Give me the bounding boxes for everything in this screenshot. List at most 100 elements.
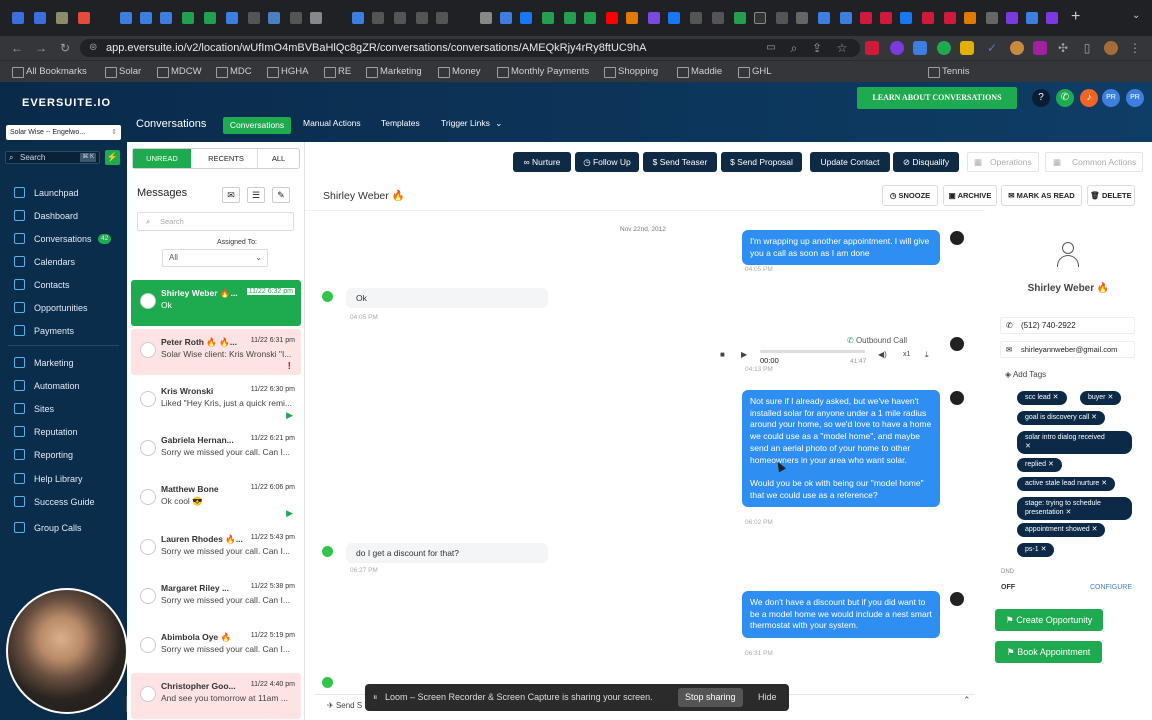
remove-tag-icon[interactable]: ✕ <box>1053 394 1059 401</box>
back-icon[interactable]: ← <box>10 41 24 55</box>
update-contact-button[interactable]: Update Contact <box>810 152 890 172</box>
tab-favicon-icon[interactable] <box>78 12 90 24</box>
cast-icon[interactable]: ▭ <box>764 41 778 55</box>
tab-favicon-icon[interactable] <box>268 12 280 24</box>
hide-button[interactable]: Hide <box>758 684 777 711</box>
tag-chip[interactable]: solar intro dialog received ✕ <box>1017 431 1132 454</box>
extension-icon[interactable] <box>960 41 974 55</box>
extension-icon[interactable]: ✓ <box>985 41 999 55</box>
sidebar-item-payments[interactable]: Payments <box>0 322 127 340</box>
url-field[interactable]: ⊜ app.eversuite.io/v2/location/wUfImO4mB… <box>80 39 860 57</box>
conversation-item[interactable]: Lauren Rhodes 🔥... Sorry we missed your … <box>131 526 301 572</box>
disqualify-button[interactable]: ⊘ Disqualify <box>893 152 959 172</box>
send-tab[interactable]: ✈ Send S <box>327 701 362 710</box>
tab-favicon-icon[interactable] <box>416 12 428 24</box>
playback-speed[interactable]: x1 <box>903 351 910 358</box>
operations-dropdown[interactable]: ▦ Operations <box>967 152 1039 172</box>
conversation-search-input[interactable]: ⌕ Search <box>137 212 294 231</box>
conversation-item[interactable]: Abimbola Oye 🔥 Sorry we missed your call… <box>131 624 301 670</box>
sidebar-item-reporting[interactable]: Reporting <box>0 446 127 464</box>
remove-tag-icon[interactable]: ✕ <box>1107 394 1113 401</box>
extension-icon[interactable] <box>1033 41 1047 55</box>
tab-favicon-icon[interactable] <box>520 12 532 24</box>
remove-tag-icon[interactable]: ✕ <box>1048 461 1054 468</box>
bookmark-monthly-payments[interactable]: Monthly Payments <box>497 61 589 83</box>
lightning-icon[interactable]: ⚡ <box>105 150 120 165</box>
conversation-item[interactable]: Kris Wronski Liked "Hey Kris, just a qui… <box>131 378 301 424</box>
send-proposal-button[interactable]: $ Send Proposal <box>721 152 802 172</box>
remove-tag-icon[interactable]: ✕ <box>1041 546 1047 553</box>
follow-up-button[interactable]: ◷ Follow Up <box>575 152 639 172</box>
tab-favicon-icon[interactable] <box>394 12 406 24</box>
extension-icon[interactable] <box>913 41 927 55</box>
tag-chip[interactable]: stage: trying to schedule presentation ✕ <box>1017 497 1132 520</box>
filter-list-icon[interactable]: ☰ <box>247 187 265 203</box>
bookmark-marketing[interactable]: Marketing <box>366 61 422 83</box>
bookmark-mdcw[interactable]: MDCW <box>157 61 202 83</box>
tag-chip[interactable]: buyer ✕ <box>1080 391 1122 405</box>
tab-favicon-icon[interactable] <box>986 12 998 24</box>
extension-icon[interactable] <box>1010 41 1024 55</box>
tab-favicon-icon[interactable] <box>776 12 788 24</box>
tab-favicon-icon[interactable] <box>500 12 512 24</box>
tab-favicon-icon[interactable] <box>964 12 976 24</box>
tab-favicon-icon[interactable] <box>542 12 554 24</box>
bookmark-star-icon[interactable]: ☆ <box>835 41 849 55</box>
assigned-to-select[interactable]: All ⌄ <box>162 249 268 267</box>
bookmark-hgha[interactable]: HGHA <box>267 61 308 83</box>
tab-favicon-icon[interactable] <box>606 12 618 24</box>
sidebar-item-conversations[interactable]: Conversations 42 <box>0 230 127 248</box>
tab-favicon-icon[interactable] <box>648 12 660 24</box>
location-selector[interactable]: Solar Wise -- Engelwo... ⇕ <box>6 125 121 140</box>
tab-search-chevron-icon[interactable]: ⌄ <box>1132 10 1140 21</box>
tab-favicon-icon[interactable] <box>860 12 872 24</box>
profile-avatar-icon[interactable] <box>1104 41 1118 55</box>
chevron-up-icon[interactable]: ⌃ <box>963 695 971 706</box>
tab-favicon-icon[interactable] <box>12 12 24 24</box>
tab-favicon-icon[interactable] <box>754 12 766 24</box>
tag-chip[interactable]: scc lead ✕ <box>1017 391 1067 405</box>
extension-icon[interactable] <box>890 41 904 55</box>
sidebar-item-contacts[interactable]: Contacts <box>0 276 127 294</box>
conversation-item[interactable]: Matthew Bone Ok cool 😎 11/22 6:06 pm ▶ <box>131 476 301 522</box>
bookmark-money[interactable]: Money <box>438 61 481 83</box>
audio-progress-bar[interactable] <box>760 350 865 353</box>
tab-favicon-icon[interactable] <box>140 12 152 24</box>
tab-favicon-icon[interactable] <box>310 12 322 24</box>
tab-favicon-icon[interactable] <box>796 12 808 24</box>
dnd-status[interactable]: OFF <box>1001 584 1015 591</box>
conversation-item[interactable]: Gabriela Hernan... Sorry we missed your … <box>131 427 301 473</box>
tab-favicon-icon[interactable] <box>56 12 68 24</box>
email-field[interactable]: ✉ shirleyannweber@gmail.com <box>1000 341 1135 358</box>
tab-favicon-icon[interactable] <box>944 12 956 24</box>
remove-tag-icon[interactable]: ✕ <box>1092 526 1098 533</box>
sidebar-item-group-calls[interactable]: Group Calls <box>0 519 127 537</box>
bookmark-mdc[interactable]: MDC <box>216 61 252 83</box>
tab-favicon-icon[interactable] <box>626 12 638 24</box>
tag-chip[interactable]: replied ✕ <box>1017 458 1062 472</box>
conversation-item[interactable]: Shirley Weber 🔥... Ok 11/22 6:32 pm <box>131 280 301 326</box>
tab-favicon-icon[interactable] <box>922 12 934 24</box>
stop-icon[interactable]: ■ <box>720 350 725 359</box>
envelope-icon[interactable]: ✉ <box>222 187 240 203</box>
tab-manual-actions[interactable]: Manual Actions <box>303 118 361 128</box>
remove-tag-icon[interactable]: ✕ <box>1091 414 1097 421</box>
stop-sharing-button[interactable]: Stop sharing <box>678 688 743 707</box>
bookmark-ghl[interactable]: GHL <box>738 61 772 83</box>
configure-link[interactable]: CONFIGURE <box>1090 584 1132 591</box>
tab-trigger-links[interactable]: Trigger Links ⌄ <box>441 118 502 129</box>
notification-bell-icon[interactable]: ♪ <box>1080 89 1098 107</box>
archive-button[interactable]: ▣ ARCHIVE <box>943 185 997 206</box>
sidebar-item-dashboard[interactable]: Dashboard <box>0 207 127 225</box>
tab-favicon-icon[interactable] <box>900 12 912 24</box>
bookmark-maddie[interactable]: Maddie <box>677 61 722 83</box>
tab-all[interactable]: ALL <box>257 149 299 168</box>
tab-favicon-icon[interactable] <box>120 12 132 24</box>
tab-favicon-icon[interactable] <box>690 12 702 24</box>
create-opportunity-button[interactable]: ⚑ Create Opportunity <box>995 609 1103 631</box>
help-icon[interactable]: ? <box>1032 89 1050 107</box>
phone-field[interactable]: ✆ (512) 740-2922 <box>1000 317 1135 334</box>
tab-favicon-icon[interactable] <box>734 12 746 24</box>
download-icon[interactable]: ⤓ <box>925 350 929 360</box>
tab-favicon-icon[interactable] <box>584 12 596 24</box>
